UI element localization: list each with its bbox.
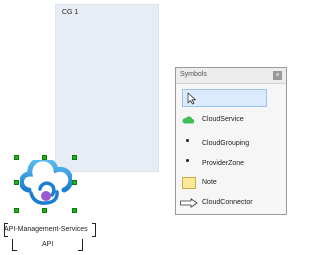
selection-handle[interactable] — [72, 155, 77, 160]
cloud-group-cg1[interactable]: CG 1 — [55, 4, 159, 172]
palette-title: Symbols — [180, 71, 207, 78]
palette-item-label: CloudService — [202, 116, 244, 123]
dot-icon — [186, 139, 189, 142]
palette-item-cloud-connector[interactable]: CloudConnector — [176, 195, 286, 213]
palette-item-cloud-grouping[interactable]: CloudGrouping — [176, 133, 286, 151]
selection-handle[interactable] — [14, 155, 19, 160]
palette-item-label: CloudConnector — [202, 199, 253, 206]
pointer-icon — [187, 92, 196, 105]
palette-item-label: ProviderZone — [202, 160, 245, 167]
dot-icon — [186, 159, 189, 162]
palette-item-label: CloudGrouping — [202, 140, 250, 147]
palette-item-provider-zone[interactable]: ProviderZone — [176, 153, 286, 171]
selection-handle[interactable] — [72, 180, 77, 185]
label-bracket-right — [92, 223, 96, 237]
palette-item-cloud-service[interactable]: CloudService — [176, 112, 286, 130]
cloud-group-title: CG 1 — [62, 9, 79, 16]
note-icon — [182, 177, 196, 189]
palette-header[interactable]: Symbols × — [176, 68, 286, 84]
api-management-cloud-icon — [20, 160, 72, 205]
palette-item-note[interactable]: Note — [176, 175, 286, 193]
api-shape-sublabel: API — [42, 241, 54, 248]
sublabel-bracket-left — [12, 239, 17, 251]
api-shape-name: API-Management-Services — [4, 226, 88, 233]
symbols-palette: Symbols × CloudService CloudGrouping Pro… — [175, 67, 287, 215]
selection-handle[interactable] — [14, 180, 19, 185]
cloud-icon — [182, 116, 195, 124]
close-icon[interactable]: × — [273, 71, 282, 80]
palette-item-pointer[interactable] — [182, 89, 267, 107]
api-management-shape[interactable]: API-Management-Services API — [4, 155, 100, 255]
selection-handle[interactable] — [72, 208, 77, 213]
palette-item-label: Note — [202, 179, 217, 186]
selection-handle[interactable] — [14, 208, 19, 213]
connector-arrow-icon — [180, 198, 198, 208]
sublabel-bracket-right — [78, 239, 83, 251]
